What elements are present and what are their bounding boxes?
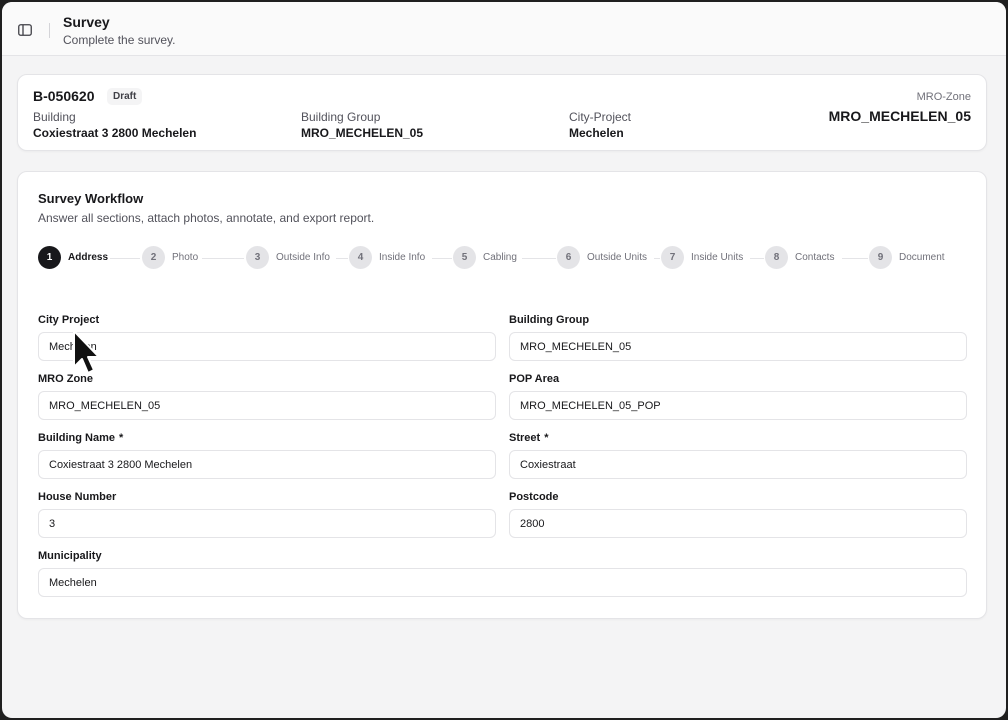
step-connector xyxy=(110,258,140,259)
page-subtitle: Complete the survey. xyxy=(63,33,176,47)
street-input[interactable] xyxy=(509,450,967,479)
house-number-field-label: House Number xyxy=(38,491,117,503)
municipality-field-label: Municipality xyxy=(38,550,102,562)
topbar-divider xyxy=(49,23,50,38)
step-number: 7 xyxy=(661,246,684,269)
building-group-value: MRO_MECHELEN_05 xyxy=(301,126,424,140)
step-number: 9 xyxy=(869,246,892,269)
city-project-field-label: City Project xyxy=(38,314,100,326)
building-group-label: Building Group xyxy=(301,110,381,124)
postcode-input[interactable] xyxy=(509,509,967,538)
step-outside-units[interactable]: 6 Outside Units xyxy=(557,246,647,269)
building-label: Building xyxy=(33,110,76,124)
step-number: 2 xyxy=(142,246,165,269)
building-name-field-label: Building Name * xyxy=(38,432,123,444)
required-marker: * xyxy=(544,432,549,444)
step-label: Inside Info xyxy=(379,252,426,263)
building-value: Coxiestraat 3 2800 Mechelen xyxy=(33,126,197,140)
step-connector xyxy=(202,258,244,259)
step-contacts[interactable]: 8 Contacts xyxy=(765,246,834,269)
building-code: B-050620 xyxy=(33,88,95,104)
step-connector xyxy=(522,258,556,259)
step-label: Photo xyxy=(172,252,199,263)
step-inside-units[interactable]: 7 Inside Units xyxy=(661,246,743,269)
mro-zone-value: MRO_MECHELEN_05 xyxy=(828,108,971,124)
postcode-field-label: Postcode xyxy=(509,491,559,503)
step-connector xyxy=(336,258,348,259)
step-outside-info[interactable]: 3 Outside Info xyxy=(246,246,330,269)
step-label: Contacts xyxy=(795,252,835,263)
workflow-subtitle: Answer all sections, attach photos, anno… xyxy=(38,211,375,225)
top-bar: Survey Complete the survey. xyxy=(2,2,1006,56)
required-marker: * xyxy=(119,432,124,444)
step-connector xyxy=(432,258,452,259)
building-group-input[interactable] xyxy=(509,332,967,361)
survey-workflow-card: Survey Workflow Answer all sections, att… xyxy=(17,171,987,619)
building-summary-card: B-050620 Draft Building Coxiestraat 3 28… xyxy=(17,74,987,151)
page-title: Survey xyxy=(63,14,110,30)
mro-zone-field-label: MRO Zone xyxy=(38,373,93,385)
step-number: 6 xyxy=(557,246,580,269)
step-number: 8 xyxy=(765,246,788,269)
step-photo[interactable]: 2 Photo xyxy=(142,246,198,269)
pop-area-input[interactable] xyxy=(509,391,967,420)
step-number: 4 xyxy=(349,246,372,269)
step-label: Outside Info xyxy=(276,252,330,263)
city-project-label: City-Project xyxy=(569,110,632,124)
step-label: Address xyxy=(68,252,109,263)
app-window: Survey Complete the survey. B-050620 Dra… xyxy=(2,2,1006,718)
building-group-field-label: Building Group xyxy=(509,314,590,326)
step-connector xyxy=(842,258,868,259)
step-label: Document xyxy=(899,252,945,263)
street-label-text: Street xyxy=(509,432,541,444)
step-number: 1 xyxy=(38,246,61,269)
step-connector xyxy=(750,258,764,259)
step-document[interactable]: 9 Document xyxy=(869,246,945,269)
step-label: Outside Units xyxy=(587,252,648,263)
step-number: 3 xyxy=(246,246,269,269)
step-address[interactable]: 1 Address xyxy=(38,246,108,269)
step-cabling[interactable]: 5 Cabling xyxy=(453,246,517,269)
city-project-input[interactable] xyxy=(38,332,496,361)
city-project-value: Mechelen xyxy=(569,126,624,140)
step-connector xyxy=(654,258,660,259)
mro-zone-input[interactable] xyxy=(38,391,496,420)
step-label: Inside Units xyxy=(691,252,744,263)
step-inside-info[interactable]: 4 Inside Info xyxy=(349,246,425,269)
step-number: 5 xyxy=(453,246,476,269)
workflow-stepper: 1 Address 2 Photo 3 Outside Info 4 Insid… xyxy=(38,246,948,272)
workflow-title: Survey Workflow xyxy=(38,191,144,206)
municipality-input[interactable] xyxy=(38,568,967,597)
sidebar-toggle-icon[interactable] xyxy=(14,19,36,41)
building-name-label-text: Building Name xyxy=(38,432,116,444)
mro-zone-label: MRO-Zone xyxy=(916,91,971,103)
pop-area-field-label: POP Area xyxy=(509,373,560,385)
status-badge: Draft xyxy=(107,88,143,105)
house-number-input[interactable] xyxy=(38,509,496,538)
street-field-label: Street * xyxy=(509,432,548,444)
building-name-input[interactable] xyxy=(38,450,496,479)
step-label: Cabling xyxy=(483,252,517,263)
